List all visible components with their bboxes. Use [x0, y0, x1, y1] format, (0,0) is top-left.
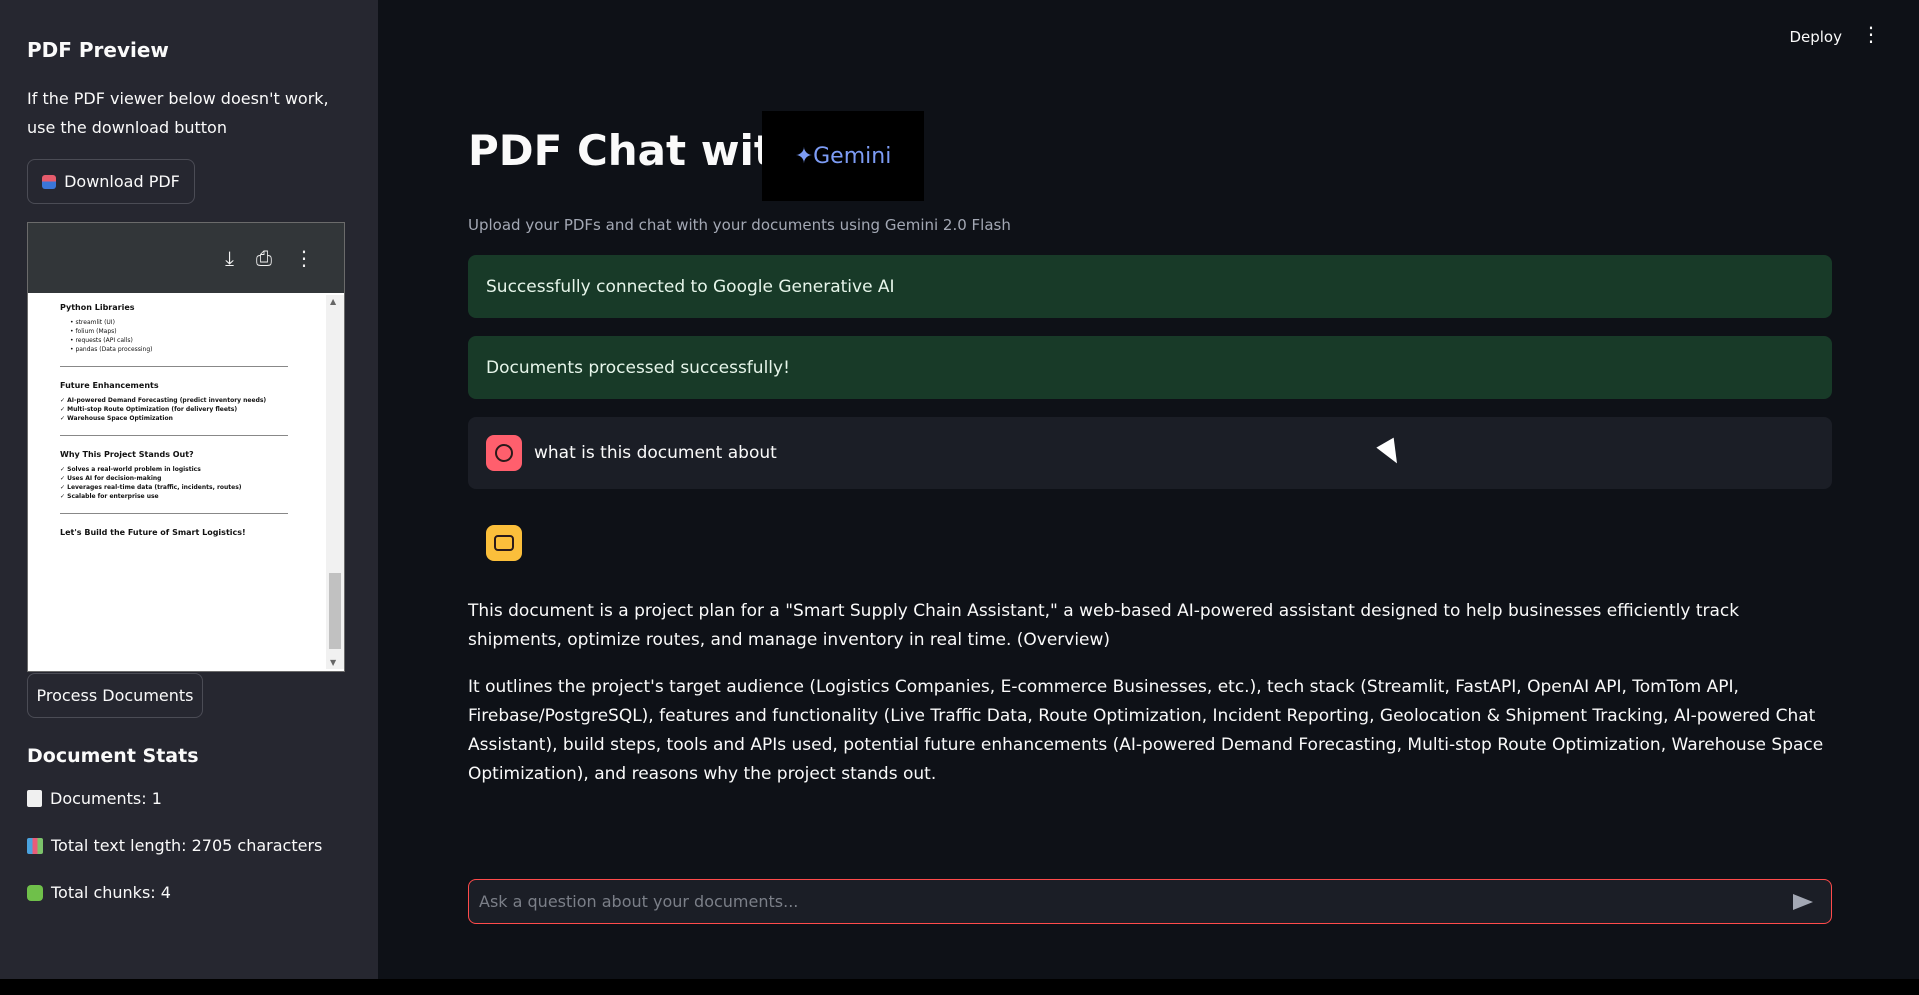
user-message-text: what is this document about	[534, 443, 777, 463]
chat-input[interactable]	[479, 892, 1793, 911]
pdf-divider	[60, 366, 288, 367]
bottom-strip	[0, 979, 1919, 995]
app: PDF Preview If the PDF viewer below does…	[0, 0, 1919, 995]
pdf-line: • streamlit (UI)	[70, 319, 115, 326]
scroll-up-icon[interactable]: ▲	[330, 297, 336, 306]
assistant-answer: This document is a project plan for a "S…	[468, 597, 1838, 807]
pdf-viewer[interactable]: ⤓ ⎙ ⋮ Python Libraries • streamlit (UI) …	[27, 222, 345, 672]
bar-chart-icon	[27, 837, 43, 854]
pdf-page: Python Libraries • streamlit (UI) • foli…	[30, 295, 320, 669]
chat-input-box[interactable]	[468, 879, 1832, 924]
robot-icon	[494, 535, 514, 551]
pdf-line: ✓ Warehouse Space Optimization	[60, 415, 173, 422]
stat-chunks: Total chunks: 4	[27, 883, 171, 902]
stat-chunks-text: Total chunks: 4	[51, 883, 171, 902]
pdf-line: ✓ Scalable for enterprise use	[60, 493, 159, 500]
pdf-heading-python: Python Libraries	[60, 303, 135, 312]
pdf-line: • pandas (Data processing)	[70, 346, 153, 353]
answer-paragraph: It outlines the project's target audienc…	[468, 677, 1824, 784]
stat-length: Total text length: 2705 characters	[27, 836, 322, 855]
pdf-viewer-toolbar: ⤓ ⎙ ⋮	[28, 223, 344, 293]
face-icon	[495, 444, 513, 462]
pdf-heading-build: Let's Build the Future of Smart Logistic…	[60, 528, 246, 537]
gemini-logo: ✦Gemini	[762, 111, 924, 201]
alert-text: Documents processed successfully!	[486, 357, 790, 378]
main-area: Deploy ⋮ PDF Chat with ✦Gemini Upload yo…	[378, 0, 1919, 979]
pdf-line: • requests (API calls)	[70, 337, 133, 344]
pdf-line: ✓ Uses AI for decision-making	[60, 475, 162, 482]
stat-documents-text: Documents: 1	[50, 789, 162, 808]
print-icon[interactable]: ⎙	[256, 246, 272, 270]
sidebar: PDF Preview If the PDF viewer below does…	[0, 0, 378, 979]
sidebar-note: If the PDF viewer below doesn't work, us…	[27, 89, 329, 137]
more-vert-icon[interactable]: ⋮	[1861, 24, 1881, 44]
pdf-heading-why: Why This Project Stands Out?	[60, 450, 194, 459]
scroll-thumb[interactable]	[329, 573, 341, 649]
pdf-line: ✓ Multi-stop Route Optimization (for del…	[60, 406, 238, 413]
pdf-line: • folium (Maps)	[70, 328, 117, 335]
pdf-scrollbar[interactable]: ▲ ▼	[326, 295, 344, 669]
user-avatar-icon	[486, 435, 522, 471]
download-pdf-label: Download PDF	[64, 172, 180, 191]
sidebar-title: PDF Preview	[27, 38, 169, 62]
deploy-button[interactable]: Deploy	[1789, 28, 1842, 46]
stats-title: Document Stats	[27, 745, 199, 767]
stat-length-text: Total text length: 2705 characters	[51, 836, 323, 855]
download-pdf-button[interactable]: Download PDF	[27, 159, 195, 204]
pdf-line: ✓ Leverages real-time data (traffic, inc…	[60, 484, 242, 491]
package-icon	[42, 174, 57, 189]
document-icon	[27, 790, 42, 807]
process-documents-label: Process Documents	[36, 686, 194, 705]
alert-text: Successfully connected to Google Generat…	[486, 276, 895, 297]
download-icon[interactable]: ⤓	[225, 246, 234, 270]
pdf-divider	[60, 513, 288, 514]
puzzle-icon	[27, 884, 43, 901]
success-alert-connection: Successfully connected to Google Generat…	[468, 255, 1832, 318]
answer-paragraph: This document is a project plan for a "S…	[468, 601, 1740, 650]
success-alert-processed: Documents processed successfully!	[468, 336, 1832, 399]
page-title: PDF Chat with	[468, 126, 804, 175]
bot-avatar-icon	[486, 525, 522, 561]
pdf-line: ✓ Solves a real-world problem in logisti…	[60, 466, 201, 473]
page-subtitle: Upload your PDFs and chat with your docu…	[468, 216, 1011, 234]
more-vert-icon[interactable]: ⋮	[294, 246, 314, 270]
pdf-divider	[60, 435, 288, 436]
scroll-down-icon[interactable]: ▼	[330, 658, 336, 667]
stat-documents: Documents: 1	[27, 789, 162, 808]
process-documents-button[interactable]: Process Documents	[27, 673, 203, 718]
pdf-line: ✓ AI-powered Demand Forecasting (predict…	[60, 397, 267, 404]
pdf-heading-future: Future Enhancements	[60, 381, 159, 390]
user-message: what is this document about	[468, 417, 1832, 489]
send-icon[interactable]	[1793, 893, 1813, 910]
